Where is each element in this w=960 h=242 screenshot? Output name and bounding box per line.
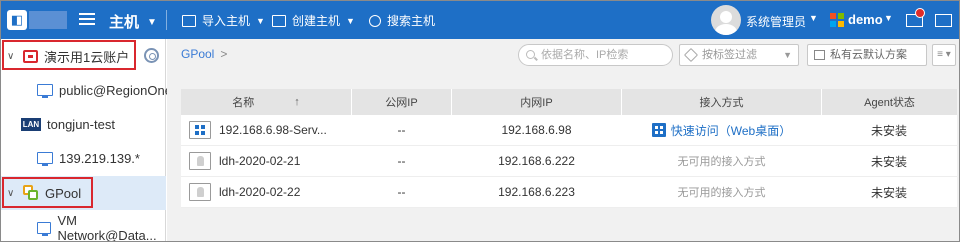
app-window: ◧ 主机 ▼ 导入主机 ▼ 创建主机 ▼ 搜索主机 系统管理员 ▼ demo ▼	[0, 0, 960, 242]
table-row[interactable]: 192.168.6.98-Serv... -- 192.168.6.98 快速访…	[181, 115, 957, 146]
column-header-private-ip[interactable]: 内网IP	[452, 89, 622, 115]
search-placeholder: 依据名称、IP检索	[541, 49, 629, 61]
tenant-switcher[interactable]: demo	[848, 12, 883, 27]
public-ip-cell: --	[352, 115, 452, 145]
tenant-grid-icon	[830, 13, 844, 27]
access-cell: 无可用的接入方式	[622, 146, 822, 176]
table-row[interactable]: ldh-2020-02-22 -- 192.168.6.223 无可用的接入方式…	[181, 177, 957, 208]
column-header-access[interactable]: 接入方式	[622, 89, 822, 115]
sidebar-item-vm-network[interactable]: VM Network@Data...	[1, 211, 166, 242]
highlight-box	[2, 40, 136, 70]
app-logo-text	[29, 11, 67, 29]
search-icon	[526, 50, 535, 59]
search-host-label: 搜索主机	[387, 14, 436, 28]
chevron-down-icon[interactable]: ▼	[884, 13, 893, 23]
host-table: 名称 ↑ 公网IP 内网IP 接入方式 Agent状态 192.168.6.98…	[181, 89, 957, 208]
sort-arrow-icon[interactable]: ↑	[294, 96, 300, 108]
private-ip-cell: 192.168.6.98	[452, 115, 622, 145]
private-ip-cell: 192.168.6.222	[452, 146, 622, 176]
sidebar-item-tongjun-test[interactable]: LAN tongjun-test	[1, 107, 166, 141]
sidebar-item-label: tongjun-test	[47, 116, 115, 132]
avatar[interactable]	[711, 5, 741, 35]
search-host-button[interactable]: 搜索主机	[369, 12, 435, 29]
access-cell: 快速访问（Web桌面）	[622, 115, 822, 145]
host-name-cell[interactable]: ldh-2020-02-21	[181, 146, 352, 176]
chevron-down-icon: ▼	[783, 50, 792, 60]
create-host-icon	[272, 14, 286, 27]
sidebar-item-public-regionone[interactable]: public@RegionOne	[1, 73, 172, 107]
agent-status-cell: 未安装	[822, 177, 957, 207]
sidebar-item-139-219-139[interactable]: 139.219.139.*	[1, 141, 166, 175]
gear-icon[interactable]	[144, 48, 159, 63]
network-icon	[37, 84, 53, 98]
windows-icon	[651, 123, 666, 137]
app-logo-icon[interactable]: ◧	[7, 10, 27, 30]
private-ip-cell: 192.168.6.223	[452, 177, 622, 207]
quick-access-link[interactable]: 快速访问（Web桌面）	[671, 122, 791, 139]
chevron-right-icon: >	[220, 47, 228, 61]
tag-icon	[683, 47, 699, 63]
main-panel: GPool > 依据名称、IP检索 按标签过滤 ▼ 私有云默认方案 ≡ ▾ 名称 …	[167, 39, 959, 241]
linux-vm-icon	[189, 183, 211, 201]
host-name-cell[interactable]: 192.168.6.98-Serv...	[181, 115, 352, 145]
monitor-icon	[37, 152, 53, 166]
column-header-agent[interactable]: Agent状态	[822, 89, 957, 115]
public-ip-cell: --	[352, 146, 452, 176]
user-menu[interactable]: 系统管理员	[746, 13, 806, 30]
linux-vm-icon	[189, 152, 211, 170]
chevron-down-icon: ▼	[346, 15, 355, 26]
host-name[interactable]: ldh-2020-02-22	[219, 185, 300, 199]
sidebar-item-label: 139.219.139.*	[59, 150, 140, 166]
agent-status-cell: 未安装	[822, 115, 957, 145]
sort-options-button[interactable]: ≡ ▾	[932, 44, 956, 66]
lan-icon: LAN	[21, 117, 41, 131]
column-label: 名称	[232, 97, 255, 109]
network-icon	[37, 222, 52, 236]
host-name[interactable]: 192.168.6.98-Serv...	[219, 123, 327, 137]
top-navigation-bar: ◧ 主机 ▼ 导入主机 ▼ 创建主机 ▼ 搜索主机 系统管理员 ▼ demo ▼	[1, 1, 959, 39]
public-ip-cell: --	[352, 177, 452, 207]
host-name[interactable]: ldh-2020-02-21	[219, 154, 300, 168]
sidebar-item-label: public@RegionOne	[59, 82, 172, 98]
chevron-down-icon: ▼	[147, 17, 157, 28]
table-row[interactable]: ldh-2020-02-21 -- 192.168.6.222 无可用的接入方式…	[181, 146, 957, 177]
breadcrumb: GPool >	[181, 47, 227, 61]
highlight-box	[2, 177, 93, 208]
host-name-cell[interactable]: ldh-2020-02-22	[181, 177, 352, 207]
tag-filter-input[interactable]: 按标签过滤 ▼	[679, 44, 799, 66]
windows-vm-icon	[189, 121, 211, 139]
search-input[interactable]: 依据名称、IP检索	[518, 44, 673, 66]
hamburger-menu-icon[interactable]	[79, 11, 95, 27]
access-cell: 无可用的接入方式	[622, 177, 822, 207]
table-header: 名称 ↑ 公网IP 内网IP 接入方式 Agent状态	[181, 89, 957, 115]
divider	[166, 10, 167, 30]
import-host-button[interactable]: 导入主机 ▼	[182, 12, 265, 29]
breadcrumb-item[interactable]: GPool	[181, 47, 214, 61]
create-host-button[interactable]: 创建主机 ▼	[272, 12, 355, 29]
mail-icon[interactable]	[935, 14, 952, 27]
section-title: 主机	[109, 14, 140, 31]
import-host-label: 导入主机	[202, 14, 251, 28]
section-switcher[interactable]: 主机 ▼	[109, 11, 157, 32]
search-host-icon	[369, 14, 381, 27]
chevron-down-icon: ▼	[256, 15, 265, 26]
sidebar-item-label: VM Network@Data...	[57, 213, 157, 242]
column-header-public-ip[interactable]: 公网IP	[352, 89, 452, 115]
scheme-select[interactable]: 私有云默认方案	[807, 44, 927, 66]
agent-status-cell: 未安装	[822, 146, 957, 176]
chevron-down-icon[interactable]: ▼	[809, 13, 818, 23]
import-host-icon	[182, 14, 196, 27]
column-header-name[interactable]: 名称 ↑	[181, 89, 352, 115]
create-host-label: 创建主机	[292, 14, 341, 28]
resource-tree-sidebar: ∨ 演示用1云账户 public@RegionOne LAN tongjun-t…	[1, 39, 172, 242]
calendar-icon	[814, 50, 825, 60]
notification-icon[interactable]	[906, 8, 925, 28]
scheme-label: 私有云默认方案	[830, 49, 907, 61]
tag-filter-placeholder: 按标签过滤	[702, 49, 757, 61]
